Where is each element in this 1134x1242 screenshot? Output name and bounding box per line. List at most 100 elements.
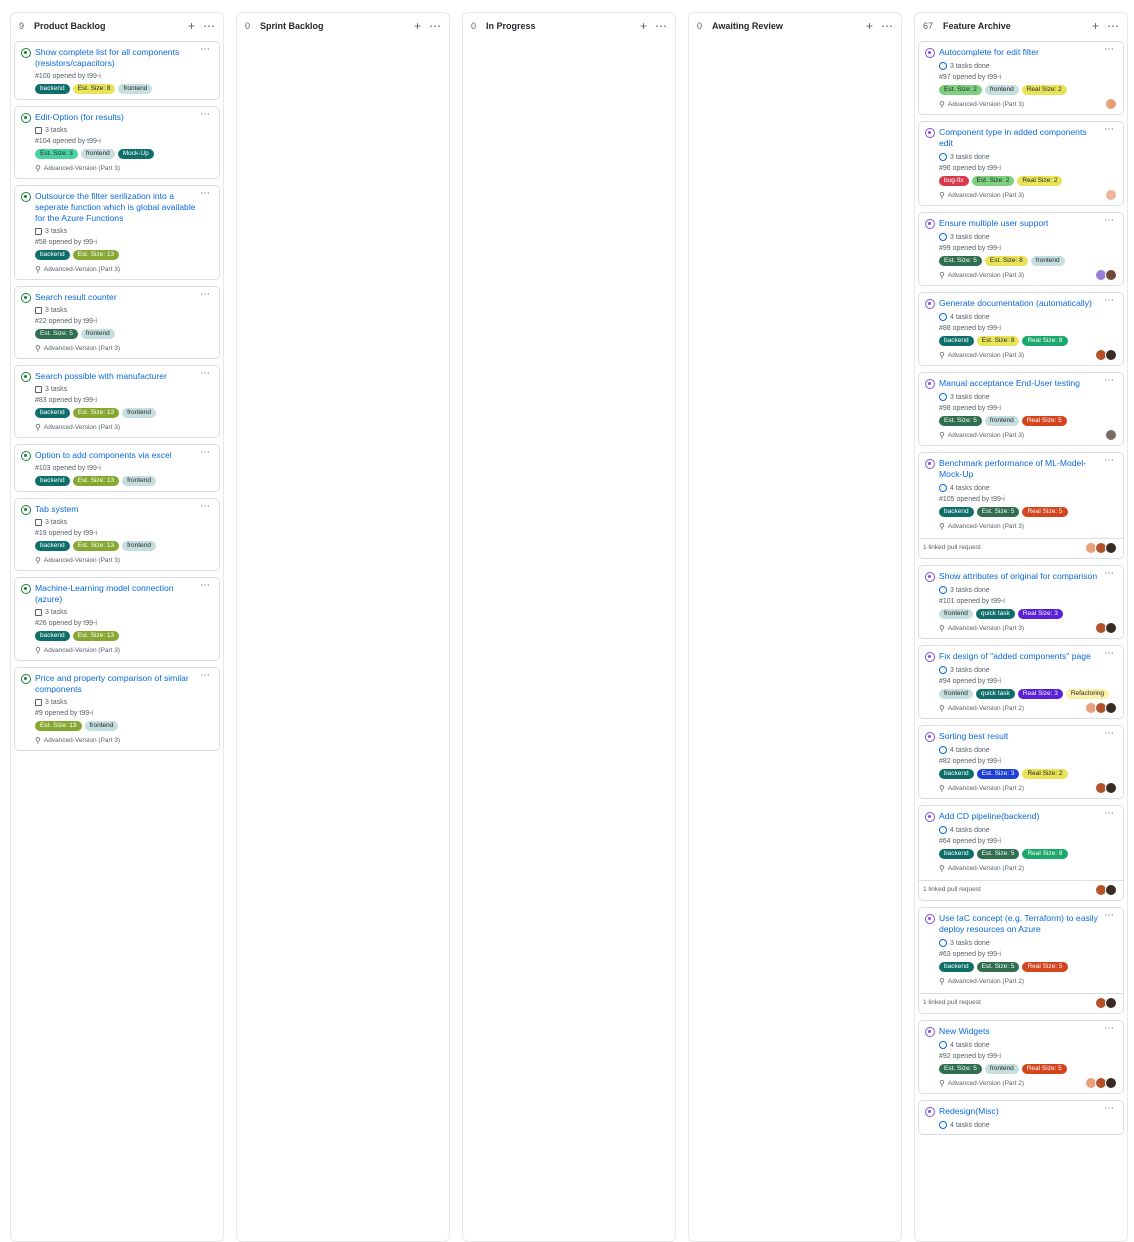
label-badge[interactable]: frontend <box>80 149 115 159</box>
milestone[interactable]: ⚲ Advanced-Version (Part 3) <box>35 646 213 655</box>
card-menu-icon[interactable]: ⋯ <box>1104 910 1115 921</box>
label-badge[interactable]: backend <box>939 507 974 517</box>
issue-card[interactable]: New Widgets ⋯ 4 tasks done #92 opened by t9… <box>918 1020 1124 1094</box>
label-badge[interactable]: Est. Size: 5 <box>939 256 982 266</box>
issue-title-link[interactable]: Ensure multiple user support <box>939 218 1117 229</box>
issue-title-link[interactable]: Use IaC concept (e.g. Terraform) to easi… <box>939 913 1117 935</box>
assignee-avatars[interactable] <box>1095 349 1117 361</box>
issue-title-link[interactable]: Show complete list for all components (r… <box>35 47 213 69</box>
add-item-icon[interactable]: + <box>640 20 647 32</box>
issue-card[interactable]: Show complete list for all components (r… <box>14 41 220 100</box>
card-menu-icon[interactable]: ⋯ <box>1104 455 1115 466</box>
card-menu-icon[interactable]: ⋯ <box>200 670 211 681</box>
label-badge[interactable]: frontend <box>1030 256 1065 266</box>
label-badge[interactable]: Real Size: 2 <box>1021 85 1067 95</box>
label-badge[interactable]: Real Size: 5 <box>1022 962 1068 972</box>
column-menu-icon[interactable]: ⋯ <box>429 20 441 32</box>
card-menu-icon[interactable]: ⋯ <box>1104 1103 1115 1114</box>
milestone[interactable]: ⚲ Advanced-Version (Part 2) <box>939 977 1117 986</box>
label-badge[interactable]: frontend <box>984 85 1019 95</box>
issue-card[interactable]: Fix design of "added components" page ⋯ 3 … <box>918 645 1124 719</box>
assignee-avatars[interactable] <box>1095 622 1117 634</box>
label-badge[interactable]: frontend <box>984 416 1019 426</box>
assignee-avatars[interactable] <box>1105 189 1117 201</box>
card-menu-icon[interactable]: ⋯ <box>1104 568 1115 579</box>
issue-card[interactable]: Show attributes of original for comparis… <box>918 565 1124 639</box>
issue-title-link[interactable]: Option to add components via excel <box>35 450 213 461</box>
issue-card[interactable]: Component type in added components edit ⋯… <box>918 121 1124 206</box>
milestone[interactable]: ⚲ Advanced-Version (Part 3) <box>939 624 1117 633</box>
add-item-icon[interactable]: + <box>414 20 421 32</box>
column-menu-icon[interactable]: ⋯ <box>881 20 893 32</box>
add-item-icon[interactable]: + <box>188 20 195 32</box>
label-badge[interactable]: backend <box>35 631 70 641</box>
issue-card[interactable]: Ensure multiple user support ⋯ 3 tasks don… <box>918 212 1124 286</box>
issue-card[interactable]: Edit-Option (for results) ⋯ 3 tasks #104 op… <box>14 106 220 179</box>
label-badge[interactable]: Est. Size: 3 <box>35 149 78 159</box>
label-badge[interactable]: Real Size: 2 <box>1017 176 1063 186</box>
issue-title-link[interactable]: Price and property comparison of similar… <box>35 673 213 695</box>
issue-title-link[interactable]: Search result counter <box>35 292 213 303</box>
issue-title-link[interactable]: Outsource the filter serilization into a… <box>35 191 213 224</box>
column-menu-icon[interactable]: ⋯ <box>655 20 667 32</box>
issue-card[interactable]: Price and property comparison of similar… <box>14 667 220 751</box>
issue-title-link[interactable]: Tab system <box>35 504 213 515</box>
issue-card[interactable]: Manual acceptance End-User testing ⋯ 3 tas… <box>918 372 1124 446</box>
card-menu-icon[interactable]: ⋯ <box>200 580 211 591</box>
issue-card[interactable]: Autocomplete for edit filter ⋯ 3 tasks don… <box>918 41 1124 115</box>
card-menu-icon[interactable]: ⋯ <box>1104 375 1115 386</box>
label-badge[interactable]: backend <box>35 84 70 94</box>
issue-card[interactable]: Option to add components via excel ⋯ #103 … <box>14 444 220 492</box>
milestone[interactable]: ⚲ Advanced-Version (Part 3) <box>35 556 213 565</box>
issue-title-link[interactable]: Sorting best result <box>939 731 1117 742</box>
issue-card[interactable]: Benchmark performance of ML-Model-Mock-U… <box>918 452 1124 559</box>
assignee-avatars[interactable] <box>1085 542 1117 554</box>
label-badge[interactable]: Est. Size: 8 <box>72 84 116 94</box>
milestone[interactable]: ⚲ Advanced-Version (Part 3) <box>939 351 1117 360</box>
linked-pull-requests[interactable]: 1 linked pull request⌄ <box>919 880 1123 895</box>
label-badge[interactable]: frontend <box>84 721 119 731</box>
card-menu-icon[interactable]: ⋯ <box>1104 648 1115 659</box>
card-menu-icon[interactable]: ⋯ <box>1104 124 1115 135</box>
label-badge[interactable]: Est. Size: 5 <box>976 962 1020 972</box>
card-menu-icon[interactable]: ⋯ <box>200 447 211 458</box>
card-menu-icon[interactable]: ⋯ <box>200 368 211 379</box>
label-badge[interactable]: frontend <box>122 408 156 418</box>
label-badge[interactable]: backend <box>939 336 974 346</box>
card-menu-icon[interactable]: ⋯ <box>200 109 211 120</box>
issue-title-link[interactable]: Autocomplete for edit filter <box>939 47 1117 58</box>
label-badge[interactable]: Real Size: 5 <box>1021 1064 1067 1074</box>
issue-title-link[interactable]: Fix design of "added components" page <box>939 651 1117 662</box>
label-badge[interactable]: frontend <box>118 84 153 94</box>
milestone[interactable]: ⚲ Advanced-Version (Part 2) <box>939 864 1117 873</box>
assignee-avatars[interactable] <box>1095 884 1117 896</box>
label-badge[interactable]: Real Size: 2 <box>1022 769 1068 779</box>
assignee-avatars[interactable] <box>1095 782 1117 794</box>
label-badge[interactable]: Real Size: 8 <box>1022 849 1068 859</box>
column-menu-icon[interactable]: ⋯ <box>203 20 215 32</box>
label-badge[interactable]: Real Size: 8 <box>1022 336 1068 346</box>
label-badge[interactable]: Est. Size: 5 <box>976 507 1020 517</box>
label-badge[interactable]: quick task <box>975 689 1015 699</box>
issue-card[interactable]: Search result counter ⋯ 3 tasks #22 opened … <box>14 286 220 359</box>
assignee-avatars[interactable] <box>1085 702 1117 714</box>
card-menu-icon[interactable]: ⋯ <box>200 289 211 300</box>
column-menu-icon[interactable]: ⋯ <box>1107 20 1119 32</box>
label-badge[interactable]: Est. Size: 2 <box>939 85 982 95</box>
assignee-avatars[interactable] <box>1095 269 1117 281</box>
label-badge[interactable]: backend <box>939 769 974 779</box>
issue-card[interactable]: Generate documentation (automatically) ⋯ 4… <box>918 292 1124 366</box>
label-badge[interactable]: Est. Size: 13 <box>72 476 120 486</box>
label-badge[interactable]: backend <box>939 962 974 972</box>
add-item-icon[interactable]: + <box>866 20 873 32</box>
issue-title-link[interactable]: Benchmark performance of ML-Model-Mock-U… <box>939 458 1117 480</box>
issue-title-link[interactable]: New Widgets <box>939 1026 1117 1037</box>
issue-card[interactable]: Outsource the filter serilization into a… <box>14 185 220 280</box>
label-badge[interactable]: frontend <box>80 329 115 339</box>
card-menu-icon[interactable]: ⋯ <box>1104 44 1115 55</box>
label-badge[interactable]: Est. Size: 2 <box>971 176 1015 186</box>
label-badge[interactable]: Est. Size: 13 <box>72 408 120 418</box>
label-badge[interactable]: Est. Size: 13 <box>72 250 120 260</box>
milestone[interactable]: ⚲ Advanced-Version (Part 3) <box>939 191 1117 200</box>
label-badge[interactable]: Est. Size: 5 <box>35 329 78 339</box>
